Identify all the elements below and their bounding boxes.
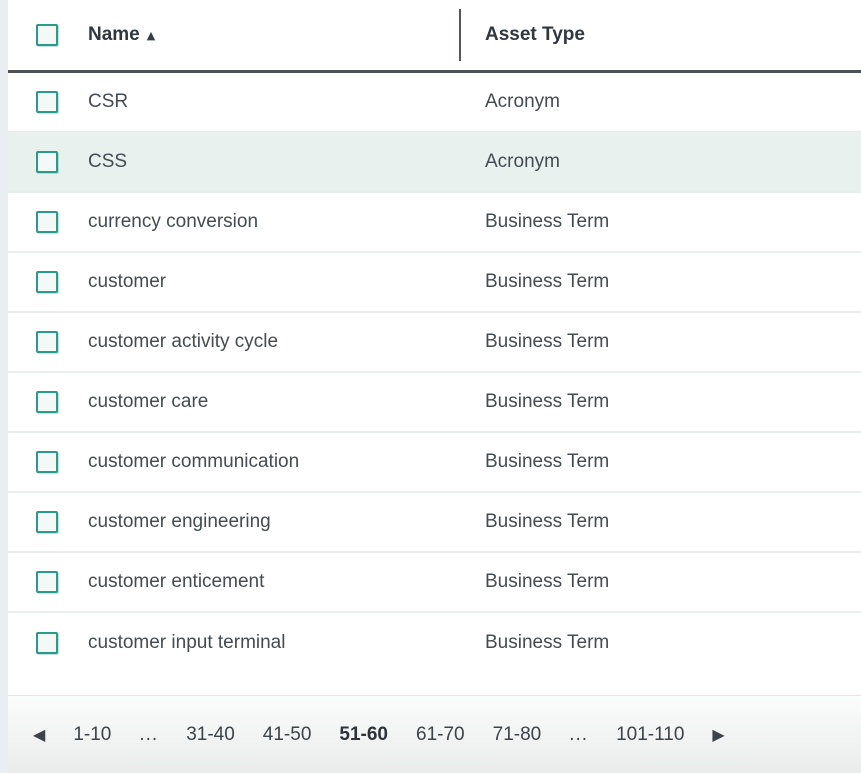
pagination-page-31-40[interactable]: 31-40: [186, 724, 235, 746]
row-asset-type: Acronym: [460, 151, 560, 173]
pagination-page-61-70[interactable]: 61-70: [416, 724, 465, 746]
pagination-page-51-60[interactable]: 51-60: [339, 724, 388, 746]
row-checkbox[interactable]: [36, 451, 58, 473]
row-name[interactable]: CSR: [88, 91, 460, 113]
page-left-gutter: [0, 0, 8, 773]
table-row[interactable]: customer care Business Term: [0, 373, 861, 433]
row-checkbox[interactable]: [36, 331, 58, 353]
pagination-prev-icon[interactable]: ◀: [33, 727, 45, 743]
row-asset-type: Business Term: [460, 632, 609, 654]
row-asset-type: Business Term: [460, 571, 609, 593]
row-asset-type: Business Term: [460, 451, 609, 473]
row-checkbox[interactable]: [36, 91, 58, 113]
sort-ascending-icon[interactable]: ▲: [147, 30, 155, 41]
row-name[interactable]: customer care: [88, 391, 460, 413]
pagination-page-41-50[interactable]: 41-50: [263, 724, 312, 746]
row-name[interactable]: CSS: [88, 151, 460, 173]
pagination-ellipsis: ...: [569, 724, 588, 746]
table-header: Name ▲ Asset Type: [0, 0, 861, 73]
row-asset-type: Business Term: [460, 391, 609, 413]
asset-table: Name ▲ Asset Type CSR Acronym CSS Acrony…: [0, 0, 861, 673]
pagination-bar: ◀ 1-10... 31-40 41-50 51-60 61-70 71-80... 101…: [0, 695, 861, 773]
row-asset-type: Business Term: [460, 331, 609, 353]
select-all-checkbox[interactable]: [36, 24, 58, 46]
pagination-pages: 1-10... 31-40 41-50 51-60 61-70 71-80... 101-1…: [73, 724, 684, 746]
row-name[interactable]: customer: [88, 271, 460, 293]
column-header-name-label: Name: [88, 24, 140, 46]
table-row[interactable]: CSR Acronym: [0, 73, 861, 133]
row-name[interactable]: currency conversion: [88, 211, 460, 233]
row-name[interactable]: customer engineering: [88, 511, 460, 533]
pagination-page-1-10[interactable]: 1-10: [73, 724, 111, 746]
column-header-asset-type[interactable]: Asset Type: [460, 24, 585, 46]
pagination-ellipsis: ...: [139, 724, 158, 746]
row-name[interactable]: customer activity cycle: [88, 331, 460, 353]
table-row[interactable]: CSS Acronym: [0, 133, 861, 193]
table-row[interactable]: customer Business Term: [0, 253, 861, 313]
row-checkbox[interactable]: [36, 211, 58, 233]
row-asset-type: Acronym: [460, 91, 560, 113]
row-checkbox[interactable]: [36, 151, 58, 173]
column-header-name[interactable]: Name ▲: [88, 24, 460, 46]
pagination-items: ◀ 1-10... 31-40 41-50 51-60 61-70 71-80... 101…: [33, 724, 725, 746]
pagination-page-71-80[interactable]: 71-80: [493, 724, 542, 746]
column-divider: [459, 9, 461, 61]
row-checkbox[interactable]: [36, 271, 58, 293]
table-body: CSR Acronym CSS Acronym currency convers…: [0, 73, 861, 673]
table-row[interactable]: currency conversion Business Term: [0, 193, 861, 253]
pagination-next-icon[interactable]: ▶: [712, 727, 724, 743]
row-checkbox[interactable]: [36, 511, 58, 533]
row-name[interactable]: customer input terminal: [88, 632, 460, 654]
table-row[interactable]: customer activity cycle Business Term: [0, 313, 861, 373]
table-row[interactable]: customer enticement Business Term: [0, 553, 861, 613]
table-row[interactable]: customer input terminal Business Term: [0, 613, 861, 673]
row-checkbox[interactable]: [36, 571, 58, 593]
row-asset-type: Business Term: [460, 511, 609, 533]
row-checkbox[interactable]: [36, 391, 58, 413]
row-name[interactable]: customer communication: [88, 451, 460, 473]
row-asset-type: Business Term: [460, 211, 609, 233]
pagination-page-101-110[interactable]: 101-110: [616, 724, 684, 746]
row-asset-type: Business Term: [460, 271, 609, 293]
table-row[interactable]: customer engineering Business Term: [0, 493, 861, 553]
table-row[interactable]: customer communication Business Term: [0, 433, 861, 493]
row-name[interactable]: customer enticement: [88, 571, 460, 593]
row-checkbox[interactable]: [36, 632, 58, 654]
